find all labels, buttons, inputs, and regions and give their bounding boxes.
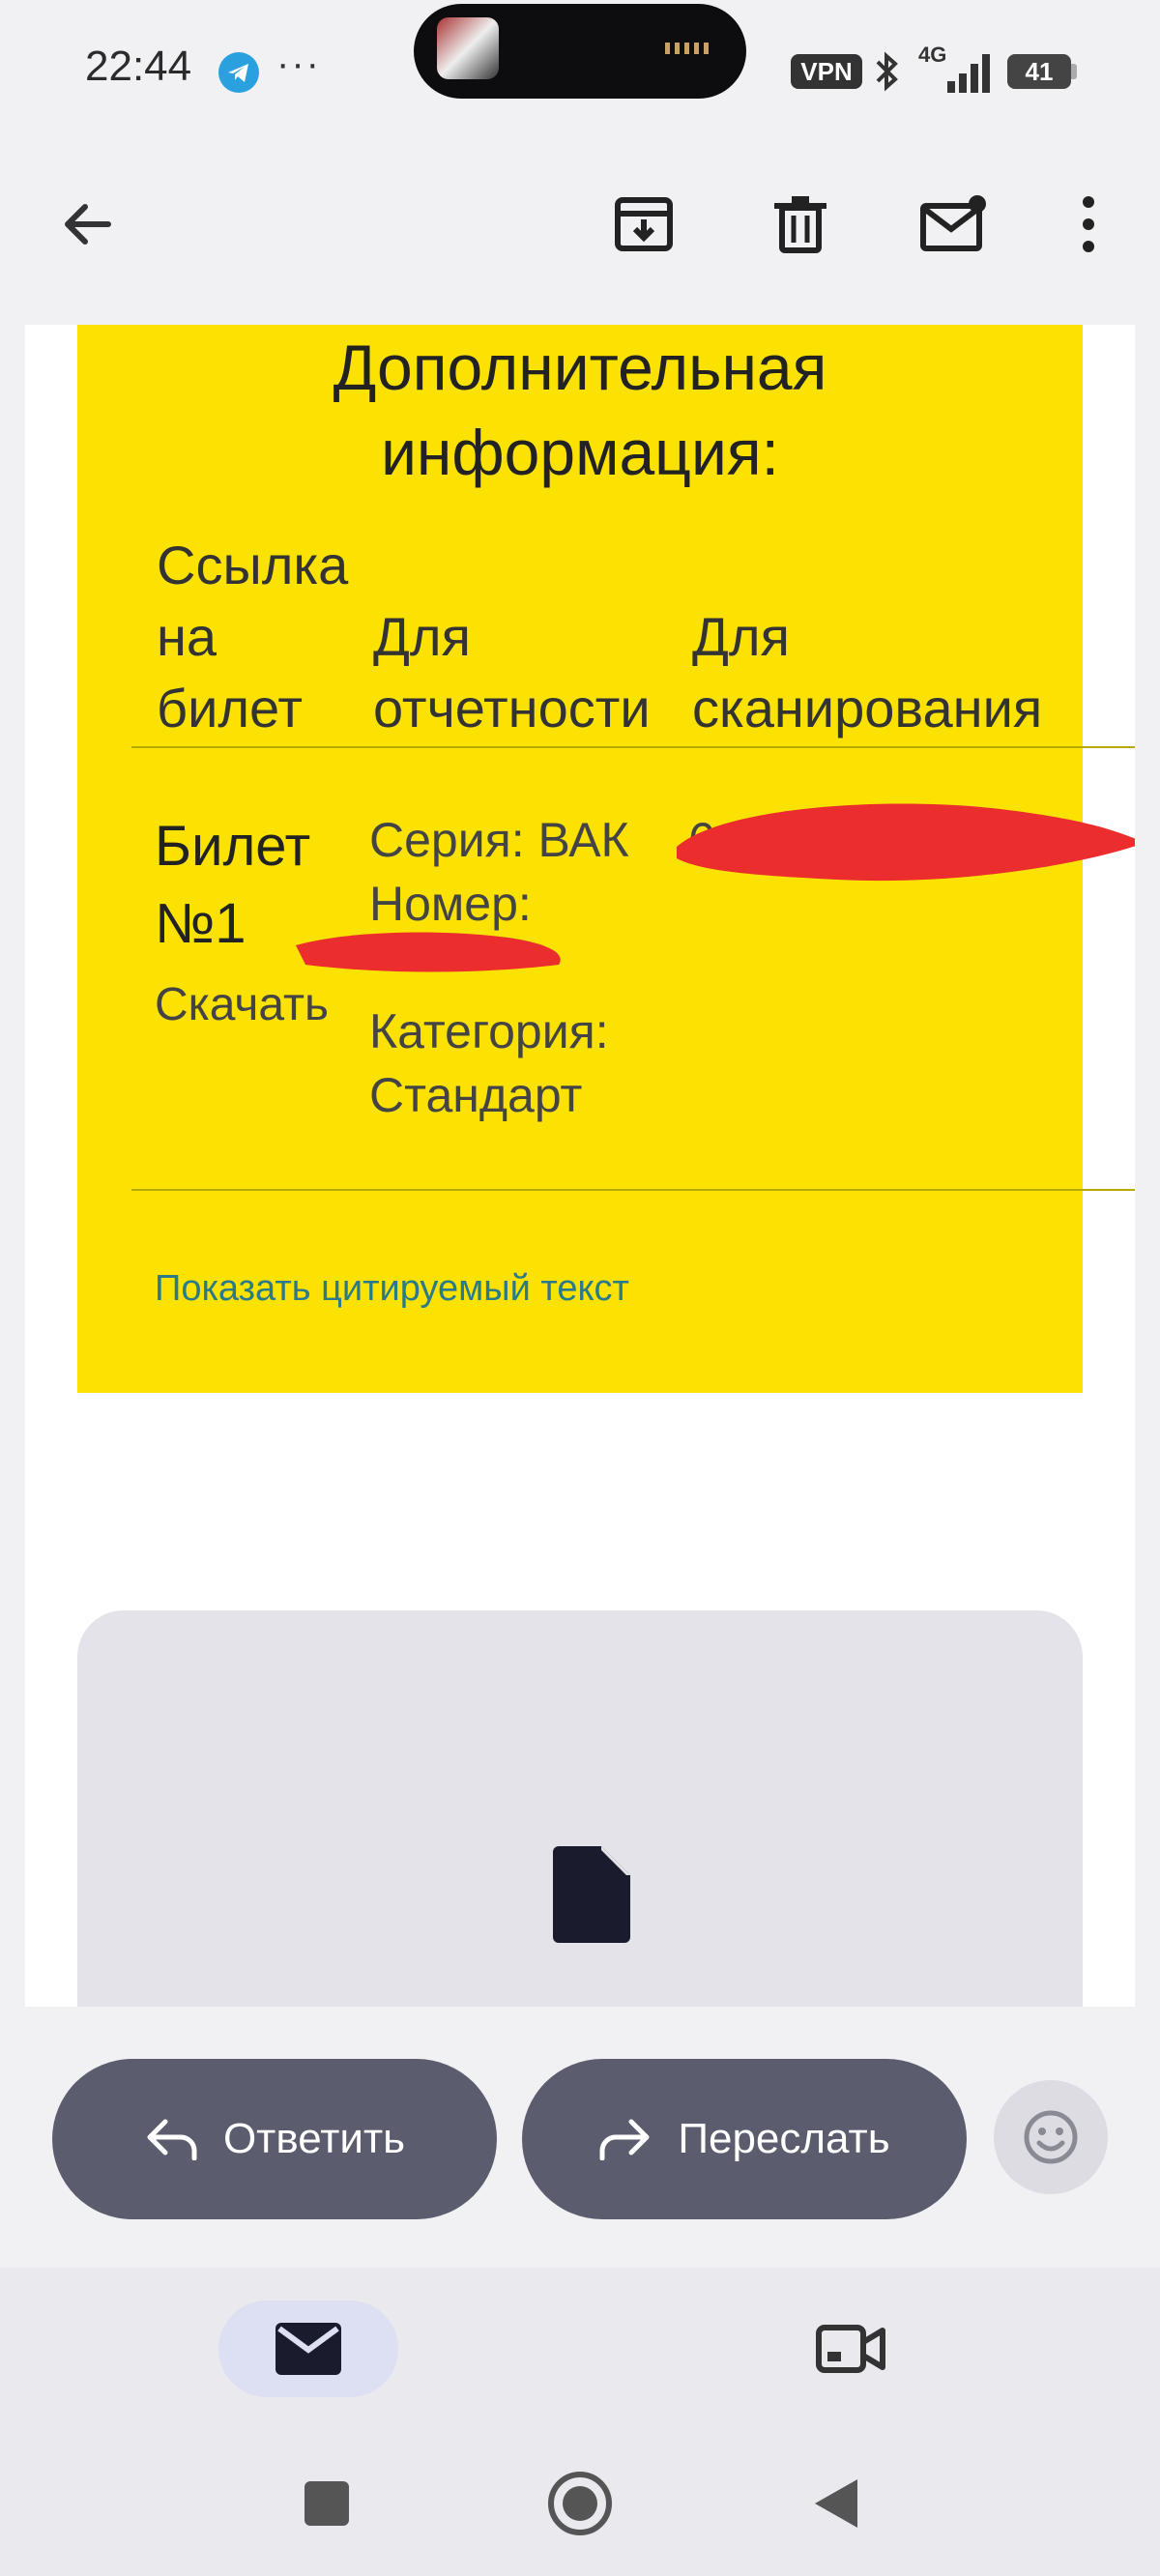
mail-icon (276, 2323, 341, 2375)
reply-icon (147, 2119, 197, 2160)
archive-icon[interactable] (603, 184, 684, 265)
telegram-icon (218, 52, 259, 93)
reply-button[interactable]: Ответить (52, 2059, 497, 2219)
vpn-badge: VPN (791, 54, 862, 89)
table-divider-bottom (131, 1189, 1135, 1191)
nav-mail-tab[interactable] (218, 2301, 398, 2397)
status-bar: 22:44 ··· VPN 4G 41 (0, 0, 1160, 145)
file-icon (553, 1846, 630, 1948)
emoji-button[interactable] (994, 2080, 1108, 2194)
forward-label: Переслать (678, 2115, 890, 2162)
attachment-preview[interactable] (77, 1610, 1083, 2007)
notification-dots: ··· (276, 43, 321, 85)
status-time: 22:44 (85, 43, 192, 90)
trash-icon[interactable] (760, 184, 841, 265)
media-thumbnail (437, 17, 499, 79)
more-vert-icon[interactable] (1048, 184, 1129, 265)
back-arrow-icon[interactable] (46, 184, 128, 265)
back-triangle-icon[interactable] (797, 2465, 874, 2542)
battery-tip (1071, 64, 1077, 79)
email-body: Дополнительная информация: Ссылка на бил… (25, 325, 1135, 2007)
emoji-icon (1024, 2110, 1078, 2164)
battery-icon: 41 (1007, 54, 1071, 89)
forward-button[interactable]: Переслать (522, 2059, 967, 2219)
mark-unread-icon[interactable] (913, 184, 994, 265)
signal-icon (947, 54, 990, 93)
forward-icon (599, 2119, 650, 2160)
home-circle-icon[interactable] (541, 2465, 619, 2542)
video-camera-icon (816, 2325, 885, 2373)
redaction-marks (296, 803, 1135, 972)
nav-video-tab[interactable] (812, 2310, 889, 2388)
audio-bars-icon (665, 43, 709, 54)
reply-label: Ответить (222, 2115, 406, 2162)
bluetooth-icon (870, 50, 905, 102)
recents-square-icon[interactable] (288, 2465, 365, 2542)
network-type: 4G (918, 43, 947, 67)
show-quoted-text-link[interactable]: Показать цитируемый текст (155, 1268, 629, 1310)
